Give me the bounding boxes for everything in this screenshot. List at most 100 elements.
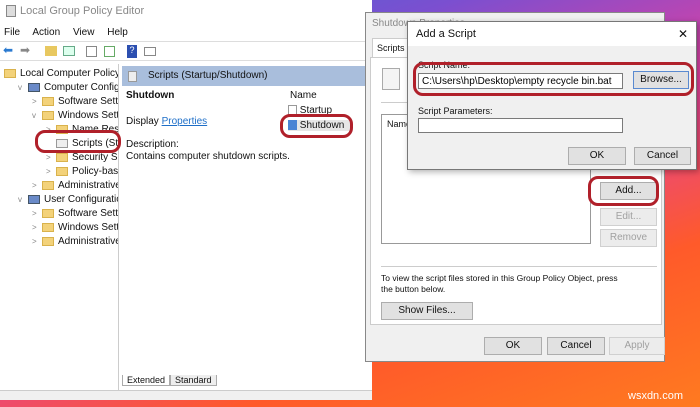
- tab-standard[interactable]: Standard: [170, 375, 217, 386]
- tree-item-label: Windows Settings: [58, 110, 119, 121]
- chevron-right-icon[interactable]: >: [32, 97, 42, 106]
- ok-button[interactable]: OK: [568, 147, 626, 165]
- tab-extended[interactable]: Extended: [122, 375, 171, 386]
- chevron-down-icon[interactable]: v: [18, 195, 28, 204]
- folder-icon: [56, 152, 68, 162]
- script-file-icon: [382, 68, 400, 90]
- tree-item[interactable]: > Administrative Te: [32, 236, 119, 247]
- show-tree-icon[interactable]: [63, 46, 75, 56]
- menu-view[interactable]: View: [73, 27, 95, 38]
- script-parameters-label: Script Parameters:: [418, 106, 493, 116]
- shutdown-heading: Shutdown: [126, 90, 175, 101]
- tree-item-label: Software Settings: [58, 96, 119, 107]
- tree-item-label: Security Settir: [72, 152, 118, 163]
- apply-button[interactable]: Apply: [609, 337, 665, 355]
- tree-item[interactable]: > Software Settings: [32, 96, 119, 107]
- display-properties: Display Properties: [126, 116, 207, 127]
- chevron-right-icon[interactable]: >: [32, 223, 42, 232]
- description-label: Description:: [126, 139, 179, 150]
- back-icon[interactable]: ⬅: [3, 43, 13, 57]
- tree-item[interactable]: > Administrative Te: [32, 180, 119, 191]
- tree-item[interactable]: > Security Settir: [46, 152, 118, 163]
- tree-item[interactable]: Local Computer Policy: [4, 68, 119, 79]
- tree-item[interactable]: v Computer Configurat: [18, 82, 118, 93]
- menu-file[interactable]: File: [4, 27, 20, 38]
- display-label: Display: [126, 116, 159, 127]
- window-title: Local Group Policy Editor: [20, 5, 145, 17]
- forward-icon[interactable]: ➡: [20, 43, 30, 57]
- chevron-right-icon[interactable]: >: [32, 181, 42, 190]
- script-parameters-input[interactable]: [418, 118, 623, 133]
- close-icon[interactable]: ✕: [678, 27, 688, 41]
- tree-item-label: Software Settings: [58, 208, 119, 219]
- tree-item[interactable]: > Windows Settings: [32, 222, 119, 233]
- tab-label: Scripts: [377, 43, 405, 53]
- edit-button[interactable]: Edit...: [600, 208, 657, 226]
- app-icon: [6, 5, 16, 17]
- remove-button[interactable]: Remove: [600, 229, 657, 247]
- panel-header: Scripts (Startup/Shutdown): [122, 66, 372, 86]
- highlight-add-button: [588, 176, 659, 206]
- cancel-button[interactable]: Cancel: [634, 147, 691, 165]
- help-icon[interactable]: ?: [127, 45, 137, 58]
- chevron-right-icon[interactable]: >: [32, 237, 42, 246]
- title-bar: Local Group Policy Editor: [0, 0, 372, 22]
- tree-item[interactable]: v User Configuration: [18, 194, 118, 205]
- chevron-right-icon[interactable]: >: [32, 209, 42, 218]
- ok-button[interactable]: OK: [484, 337, 542, 355]
- dialog-title: Add a Script: [416, 28, 476, 40]
- panel-header-title: Scripts (Startup/Shutdown): [148, 70, 268, 81]
- tree-item[interactable]: > Policy-based (: [46, 166, 119, 177]
- properties-link[interactable]: Properties: [162, 116, 208, 127]
- tree-item-label: User Configuration: [44, 194, 118, 205]
- description-text: Contains computer shutdown scripts.: [126, 151, 290, 162]
- folder-icon: [42, 222, 54, 232]
- chevron-right-icon[interactable]: >: [46, 153, 56, 162]
- folder-icon: [56, 166, 68, 176]
- list-header-name[interactable]: Name: [290, 90, 317, 101]
- folder-icon: [42, 96, 54, 106]
- properties-icon[interactable]: [86, 46, 97, 57]
- tree-item-label: Computer Configurat: [44, 82, 118, 93]
- console-icon[interactable]: [144, 47, 156, 56]
- tree-item-label: Policy-based (: [72, 166, 119, 177]
- folder-icon: [28, 194, 40, 204]
- export-icon[interactable]: [104, 46, 115, 57]
- tree-item-label: Administrative Te: [58, 180, 119, 191]
- navigation-tree: Local Computer Policy v Computer Configura…: [0, 64, 119, 394]
- folder-icon: [42, 180, 54, 190]
- folder-icon: [42, 110, 54, 120]
- tree-item-label: Local Computer Policy: [20, 68, 119, 79]
- tree-item-label: Administrative Te: [58, 236, 119, 247]
- highlight-scripts-tree-item: [35, 130, 121, 153]
- status-bar: [0, 390, 372, 400]
- tree-item-label: Windows Settings: [58, 222, 119, 233]
- menu-help[interactable]: Help: [107, 27, 128, 38]
- highlight-shutdown-item: [280, 114, 353, 138]
- separator: [381, 266, 657, 267]
- chevron-down-icon[interactable]: v: [18, 83, 28, 92]
- tree-item[interactable]: > Software Settings: [32, 208, 119, 219]
- menu-action[interactable]: Action: [32, 27, 60, 38]
- info-text: To view the script files stored in this …: [381, 273, 618, 294]
- chevron-down-icon[interactable]: v: [32, 111, 42, 120]
- folder-icon: [4, 68, 16, 78]
- details-pane: Scripts (Startup/Shutdown) Shutdown Disp…: [122, 66, 372, 374]
- group-policy-editor-window: Local Group Policy Editor File Action Vi…: [0, 0, 372, 400]
- view-tabs: Extended Standard: [122, 375, 217, 386]
- folder-icon: [42, 208, 54, 218]
- menu-bar: File Action View Help: [4, 27, 128, 38]
- show-files-button[interactable]: Show Files...: [381, 302, 473, 320]
- scripts-icon: [128, 71, 137, 82]
- up-folder-icon[interactable]: [45, 46, 57, 56]
- tab-scripts[interactable]: Scripts: [372, 38, 412, 58]
- tree-item[interactable]: v Windows Settings: [32, 110, 119, 121]
- watermark: wsxdn.com: [628, 390, 684, 402]
- toolbar: ⬅ ➡ ?: [0, 41, 372, 61]
- chevron-right-icon[interactable]: >: [46, 167, 56, 176]
- cancel-button[interactable]: Cancel: [547, 337, 605, 355]
- folder-icon: [42, 236, 54, 246]
- highlight-script-name: [413, 62, 694, 96]
- folder-icon: [28, 82, 40, 92]
- dialog-title-bar: Add a Script ✕: [408, 22, 696, 46]
